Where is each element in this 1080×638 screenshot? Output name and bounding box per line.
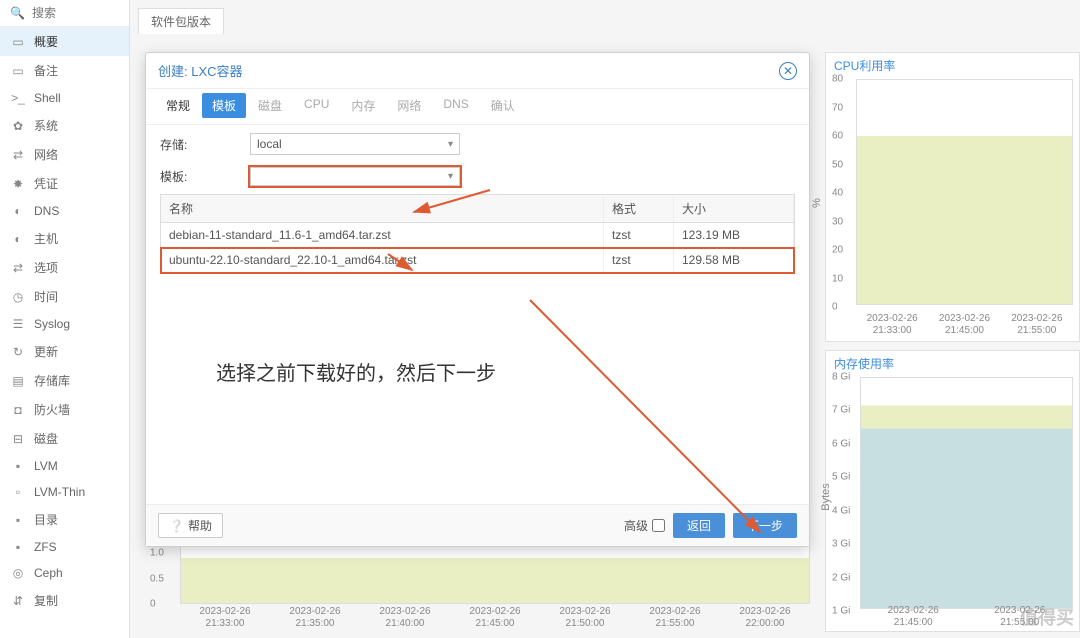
annotation-text: 选择之前下载好的，然后下一步 — [216, 357, 496, 386]
template-row: 模板: ▾ — [146, 159, 809, 190]
modal-tab-5[interactable]: 网络 — [387, 93, 431, 118]
modal-tab-3[interactable]: CPU — [294, 93, 339, 118]
template-combo[interactable]: ▾ — [250, 167, 460, 186]
help-icon: ❔ — [169, 519, 184, 533]
modal-tab-2[interactable]: 磁盘 — [248, 93, 292, 118]
storage-row: 存储: local ▾ — [146, 125, 809, 159]
modal-tabs: 常规模板磁盘CPU内存网络DNS确认 — [146, 89, 809, 125]
modal-tab-7[interactable]: 确认 — [481, 93, 525, 118]
modal-title: 创建: LXC容器 — [158, 61, 243, 80]
modal-tab-1[interactable]: 模板 — [202, 93, 246, 118]
template-grid: 名称 格式 大小 debian-11-standard_11.6-1_amd64… — [160, 194, 795, 274]
modal-tab-6[interactable]: DNS — [433, 93, 478, 118]
create-lxc-modal: 创建: LXC容器 ✕ 常规模板磁盘CPU内存网络DNS确认 存储: local… — [145, 52, 810, 547]
chevron-down-icon: ▾ — [448, 171, 453, 182]
grid-header: 名称 格式 大小 — [161, 195, 794, 223]
template-label: 模板: — [160, 168, 250, 185]
back-button[interactable]: 返回 — [673, 513, 725, 538]
col-size[interactable]: 大小 — [674, 195, 794, 222]
modal-tab-4[interactable]: 内存 — [341, 93, 385, 118]
advanced-checkbox-input[interactable] — [652, 519, 665, 532]
table-row[interactable]: debian-11-standard_11.6-1_amd64.tar.zst … — [161, 223, 794, 248]
modal-tab-0[interactable]: 常规 — [156, 93, 200, 118]
help-button[interactable]: ❔ 帮助 — [158, 513, 223, 538]
close-icon[interactable]: ✕ — [779, 62, 797, 80]
col-name[interactable]: 名称 — [161, 195, 604, 222]
advanced-checkbox[interactable]: 高级 — [624, 517, 665, 534]
modal-header: 创建: LXC容器 ✕ — [146, 53, 809, 89]
storage-value: local — [257, 137, 282, 151]
chevron-down-icon: ▾ — [448, 139, 453, 150]
storage-combo[interactable]: local ▾ — [250, 133, 460, 155]
modal-overlay: 创建: LXC容器 ✕ 常规模板磁盘CPU内存网络DNS确认 存储: local… — [0, 0, 1080, 638]
next-button[interactable]: 下一步 — [733, 513, 797, 538]
col-format[interactable]: 格式 — [604, 195, 674, 222]
table-row[interactable]: ubuntu-22.10-standard_22.10-1_amd64.tar.… — [161, 248, 794, 273]
modal-footer: ❔ 帮助 高级 返回 下一步 — [146, 504, 809, 546]
storage-label: 存储: — [160, 136, 250, 153]
watermark: 值得买 — [1020, 604, 1074, 630]
